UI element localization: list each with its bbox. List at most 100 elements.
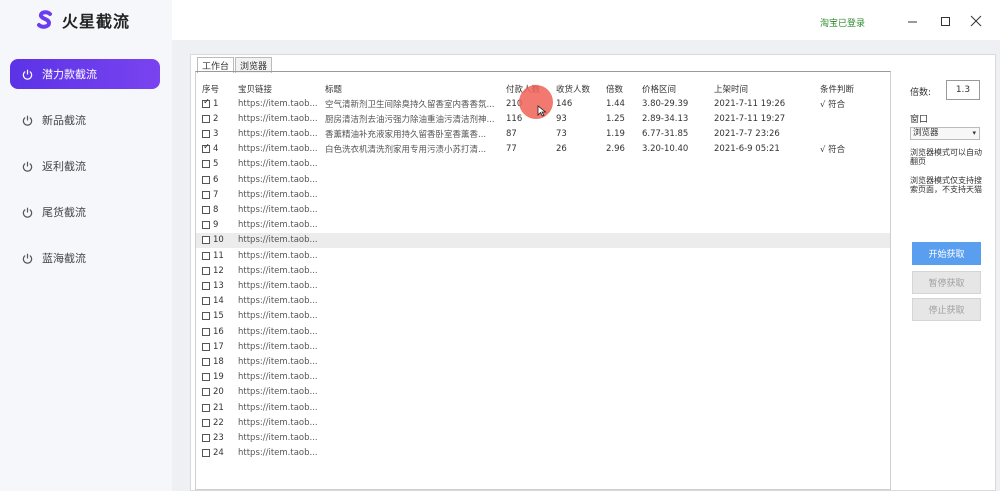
row-checkbox[interactable]: [202, 449, 210, 458]
cell-link[interactable]: https://item.taob...: [238, 357, 320, 367]
cell-link[interactable]: https://item.taob...: [238, 342, 320, 352]
cell-link[interactable]: https://item.taob...: [238, 433, 320, 443]
row-checkbox[interactable]: [202, 357, 210, 366]
table-row[interactable]: 15 https://item.taob...: [196, 309, 890, 324]
header-title[interactable]: 标题: [325, 83, 497, 95]
cell-multiple: 1.25: [606, 113, 625, 124]
sidebar-item-clearance[interactable]: 尾货截流: [10, 197, 160, 227]
cell-link[interactable]: https://item.taob...: [238, 235, 320, 245]
table-row[interactable]: 6 https://item.taob...: [196, 172, 890, 187]
cell-link[interactable]: https://item.taob...: [238, 99, 320, 109]
cell-link[interactable]: https://item.taob...: [238, 387, 320, 397]
row-checkbox[interactable]: [202, 297, 210, 306]
row-checkbox[interactable]: [202, 433, 210, 442]
row-checkbox[interactable]: [202, 418, 210, 427]
sidebar-item-rebate[interactable]: 返利截流: [10, 151, 160, 181]
stop-fetch-button[interactable]: 停止获取: [912, 298, 981, 321]
window-select[interactable]: 浏览器 ▾: [910, 127, 980, 140]
row-checkbox[interactable]: [202, 281, 210, 290]
cell-link[interactable]: https://item.taob...: [238, 327, 320, 337]
row-checkbox[interactable]: [202, 160, 210, 169]
row-checkbox[interactable]: [202, 342, 210, 351]
power-icon: [22, 68, 34, 80]
cell-link[interactable]: https://item.taob...: [238, 418, 320, 428]
header-price[interactable]: 价格区间: [642, 83, 714, 95]
row-checkbox[interactable]: [202, 175, 210, 184]
cell-link[interactable]: https://item.taob...: [238, 448, 320, 458]
app-name: 火星截流: [62, 12, 131, 31]
table-row[interactable]: 24 https://item.taob...: [196, 446, 890, 461]
cell-link[interactable]: https://item.taob...: [238, 205, 320, 215]
table-row[interactable]: 17 https://item.taob...: [196, 339, 890, 354]
row-checkbox[interactable]: [202, 114, 210, 123]
table-row[interactable]: 5 https://item.taob...: [196, 157, 890, 172]
cell-link[interactable]: https://item.taob...: [238, 190, 320, 200]
row-checkbox[interactable]: [202, 251, 210, 260]
header-time[interactable]: 上架时间: [714, 83, 819, 95]
table-row[interactable]: 4 https://item.taob... 白色洗衣机清洗剂家用专用污渍小苏打清.…: [196, 142, 890, 157]
cell-link[interactable]: https://item.taob...: [238, 266, 320, 276]
multiple-input[interactable]: 1.3: [946, 80, 980, 100]
chevron-down-icon: ▾: [972, 129, 976, 137]
header-condition[interactable]: 条件判断: [820, 83, 886, 95]
table-row[interactable]: 18 https://item.taob...: [196, 354, 890, 369]
row-number: 1: [213, 98, 219, 109]
start-fetch-button[interactable]: 开始获取: [912, 242, 981, 265]
table-row[interactable]: 19 https://item.taob...: [196, 370, 890, 385]
sidebar-item-new[interactable]: 新品截流: [10, 105, 160, 135]
row-checkbox[interactable]: [202, 373, 210, 382]
header-buy[interactable]: 收货人数: [556, 83, 601, 95]
row-checkbox[interactable]: [202, 129, 210, 138]
table-row[interactable]: 16 https://item.taob...: [196, 324, 890, 339]
cell-link[interactable]: https://item.taob...: [238, 281, 320, 291]
row-checkbox[interactable]: [202, 144, 211, 154]
minimize-button[interactable]: [903, 12, 921, 30]
row-checkbox[interactable]: [202, 205, 210, 214]
cell-link[interactable]: https://item.taob...: [238, 159, 320, 169]
close-button[interactable]: [967, 12, 985, 30]
cell-link[interactable]: https://item.taob...: [238, 129, 320, 139]
cell-link[interactable]: https://item.taob...: [238, 296, 320, 306]
cell-link[interactable]: https://item.taob...: [238, 403, 320, 413]
table-row[interactable]: 8 https://item.taob...: [196, 202, 890, 217]
cell-link[interactable]: https://item.taob...: [238, 311, 320, 321]
cell-link[interactable]: https://item.taob...: [238, 175, 320, 185]
table-row[interactable]: 13 https://item.taob...: [196, 278, 890, 293]
row-checkbox[interactable]: [202, 388, 210, 397]
header-pay[interactable]: 付款人数: [506, 83, 551, 95]
table-row[interactable]: 22 https://item.taob...: [196, 415, 890, 430]
cell-title: 厨房清洁剂去油污强力除油重油污清洁剂神...: [325, 114, 495, 125]
row-checkbox[interactable]: [202, 221, 210, 230]
cell-pay: 87: [506, 128, 517, 139]
row-checkbox[interactable]: [202, 190, 210, 199]
sidebar-item-blue-ocean[interactable]: 蓝海截流: [10, 243, 160, 273]
cell-link[interactable]: https://item.taob...: [238, 144, 320, 154]
row-checkbox[interactable]: [202, 327, 210, 336]
row-checkbox[interactable]: [202, 236, 210, 245]
row-number: 6: [213, 174, 219, 185]
table-row[interactable]: 21 https://item.taob...: [196, 400, 890, 415]
cell-link[interactable]: https://item.taob...: [238, 372, 320, 382]
cell-link[interactable]: https://item.taob...: [238, 220, 320, 230]
cell-link[interactable]: https://item.taob...: [238, 114, 320, 124]
header-seq[interactable]: 序号: [202, 83, 238, 95]
row-checkbox[interactable]: [202, 266, 210, 275]
row-checkbox[interactable]: [202, 312, 210, 321]
header-link[interactable]: 宝贝链接: [238, 83, 320, 95]
table-row[interactable]: 10 https://item.taob...: [196, 232, 890, 248]
row-checkbox[interactable]: [202, 403, 210, 412]
pause-fetch-button[interactable]: 暂停获取: [912, 271, 981, 294]
maximize-button[interactable]: [936, 12, 954, 30]
row-checkbox[interactable]: [202, 99, 211, 108]
table-row[interactable]: 3 https://item.taob... 香薰精油补充液家用持久留香卧室香薰香.…: [196, 126, 890, 141]
sidebar-item-potential[interactable]: 潜力款截流: [10, 59, 160, 89]
table-row[interactable]: 11 https://item.taob...: [196, 248, 890, 263]
table-row[interactable]: 23 https://item.taob...: [196, 430, 890, 445]
table-row[interactable]: 14 https://item.taob...: [196, 294, 890, 309]
table-row[interactable]: 12 https://item.taob...: [196, 263, 890, 278]
table-row[interactable]: 7 https://item.taob...: [196, 187, 890, 202]
header-multiple[interactable]: 倍数: [606, 83, 641, 95]
table-row[interactable]: 20 https://item.taob...: [196, 385, 890, 400]
cell-link[interactable]: https://item.taob...: [238, 251, 320, 261]
table-row[interactable]: 9 https://item.taob...: [196, 218, 890, 233]
